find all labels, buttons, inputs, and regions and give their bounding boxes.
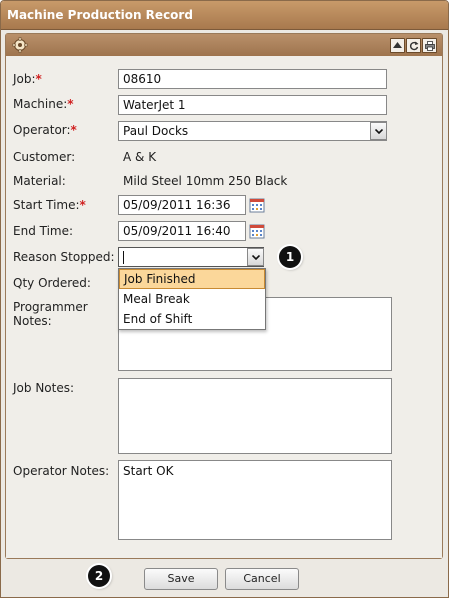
programmer-notes-label: Programmer [13, 300, 88, 314]
step-marker-2: 2 [88, 565, 110, 587]
window: Machine Production Record Job:* 08610 Ma… [0, 0, 449, 598]
reason-stopped-label: Reason Stopped: [13, 250, 115, 264]
job-label: Job:* [13, 72, 42, 86]
gear-icon [12, 37, 28, 53]
material-value: Mild Steel 10mm 250 Black [123, 174, 288, 188]
print-icon[interactable] [422, 38, 437, 53]
operator-notes-textarea[interactable]: Start OK [118, 460, 392, 540]
step-marker-1: 1 [279, 246, 301, 268]
end-time-label: End Time: [13, 224, 74, 238]
start-time-input[interactable]: 05/09/2011 16:36 [118, 195, 246, 215]
calendar-icon[interactable] [249, 223, 265, 239]
reason-stopped-dropdown: Job Finished Meal Break End of Shift [118, 268, 266, 330]
machine-label: Machine:* [13, 97, 74, 111]
customer-label: Customer: [13, 150, 76, 164]
qty-ordered-label: Qty Ordered: [13, 276, 91, 290]
operator-label: Operator:* [13, 123, 77, 137]
calendar-icon[interactable] [249, 197, 265, 213]
panel-header [6, 34, 442, 57]
chevron-down-icon[interactable] [370, 122, 387, 140]
customer-value: A & K [123, 150, 157, 164]
chevron-down-icon[interactable] [247, 248, 264, 266]
machine-input[interactable]: WaterJet 1 [118, 95, 387, 115]
save-button[interactable]: Save [144, 568, 218, 590]
end-time-input[interactable]: 05/09/2011 16:40 [118, 221, 246, 241]
operator-select[interactable]: Paul Docks [118, 121, 387, 141]
material-label: Material: [13, 174, 66, 188]
dropdown-option[interactable]: Job Finished [119, 269, 265, 289]
title-bar[interactable]: Machine Production Record [1, 1, 448, 30]
reason-stopped-select[interactable] [118, 247, 264, 267]
collapse-icon[interactable] [390, 38, 405, 53]
programmer-notes-label-2: Notes: [13, 314, 52, 328]
dropdown-option[interactable]: Meal Break [119, 289, 265, 309]
start-time-label: Start Time:* [13, 198, 86, 212]
job-notes-label: Job Notes: [13, 381, 75, 395]
job-notes-textarea[interactable] [118, 378, 392, 454]
cancel-button[interactable]: Cancel [225, 568, 299, 590]
refresh-icon[interactable] [406, 38, 421, 53]
operator-notes-label: Operator Notes: [13, 464, 110, 478]
job-input[interactable]: 08610 [118, 69, 387, 89]
window-title: Machine Production Record [7, 8, 193, 22]
dropdown-option[interactable]: End of Shift [119, 309, 265, 329]
